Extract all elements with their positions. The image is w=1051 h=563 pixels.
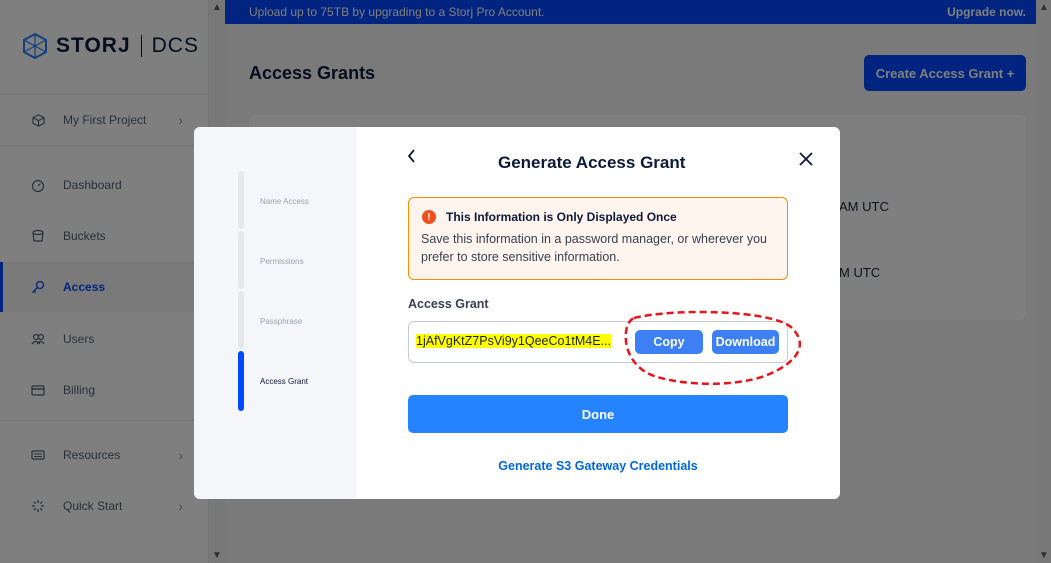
step-passphrase: Passphrase <box>260 317 303 326</box>
access-grant-label: Access Grant <box>408 297 489 311</box>
step-access-grant: Access Grant <box>260 377 309 386</box>
step-permissions: Permissions <box>260 257 304 266</box>
step-indicator <box>238 291 244 349</box>
progress-steps: Name Access Permissions Passphrase Acces… <box>194 127 356 499</box>
warning-heading: This Information is Only Displayed Once <box>446 210 677 224</box>
annotation-highlight <box>624 310 802 385</box>
step-indicator-active <box>238 351 244 411</box>
warning-icon: ! <box>422 210 436 224</box>
step-indicator <box>238 231 244 289</box>
done-button[interactable]: Done <box>408 395 788 433</box>
step-name-access: Name Access <box>260 197 309 206</box>
close-icon[interactable] <box>798 151 814 167</box>
access-grant-text: 1jAfVgKtZ7PsVi9y1QeeCo1tM4E... <box>416 334 612 348</box>
modal-title: Generate Access Grant <box>498 153 686 172</box>
step-indicator <box>238 171 244 229</box>
warning-body: Save this information in a password mana… <box>421 232 768 264</box>
warning-notice: ! This Information is Only Displayed Onc… <box>408 197 788 280</box>
back-arrow-icon[interactable] <box>406 147 418 168</box>
access-grant-value[interactable]: 1jAfVgKtZ7PsVi9y1QeeCo1tM4E... <box>416 334 612 348</box>
generate-s3-credentials-link[interactable]: Generate S3 Gateway Credentials <box>408 459 788 473</box>
